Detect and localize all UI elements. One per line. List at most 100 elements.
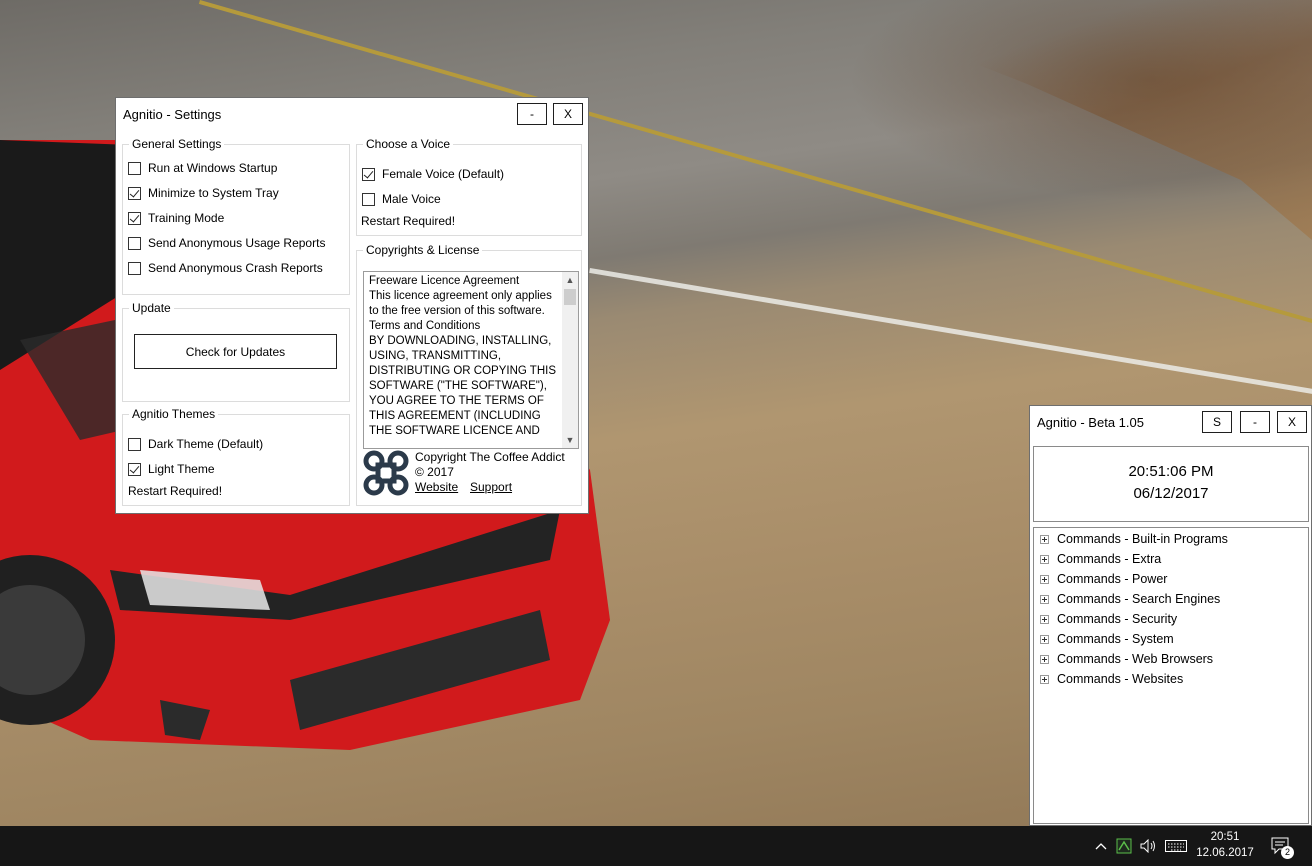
female-voice-label: Female Voice (Default) (382, 167, 505, 181)
run-at-startup-label: Run at Windows Startup (148, 161, 278, 175)
usage-reports-checkbox[interactable]: Send Anonymous Usage Reports (128, 236, 325, 250)
tree-node[interactable]: Commands - Built-in Programs (1040, 532, 1228, 546)
expand-icon[interactable] (1040, 594, 1049, 604)
taskbar-time: 20:51 (1210, 831, 1240, 843)
checkbox-box[interactable] (128, 211, 141, 225)
copyright-year: © 2017 (415, 465, 454, 479)
tree-node[interactable]: Commands - Websites (1040, 672, 1183, 686)
check-for-updates-button[interactable]: Check for Updates (134, 334, 337, 369)
checkbox-box[interactable] (362, 192, 375, 206)
license-line: to the free version of this software. (369, 305, 545, 317)
license-line: DISTRIBUTING OR COPYING THIS (369, 365, 556, 377)
notification-count-badge: 2 (1281, 846, 1294, 859)
tree-node-label: Commands - Built-in Programs (1057, 532, 1228, 546)
expand-icon[interactable] (1040, 614, 1049, 624)
dark-theme-checkbox[interactable]: Dark Theme (Default) (128, 437, 263, 451)
tree-node-label: Commands - Websites (1057, 672, 1184, 686)
expand-icon[interactable] (1040, 674, 1049, 684)
settings-window: Agnitio - Settings - X General Settings … (115, 97, 589, 514)
taskbar-date: 12.06.2017 (1196, 847, 1254, 859)
settings-titlebar[interactable]: Agnitio - Settings - X (116, 98, 588, 130)
tree-node[interactable]: Commands - Web Browsers (1040, 652, 1213, 666)
tree-node[interactable]: Commands - Security (1040, 612, 1177, 626)
license-line: USING, TRANSMITTING, (369, 350, 502, 362)
close-button[interactable]: X (1277, 411, 1307, 433)
tree-node[interactable]: Commands - Extra (1040, 552, 1161, 566)
scroll-up-arrow-icon[interactable]: ▲ (562, 272, 578, 288)
minimize-button[interactable]: - (1240, 411, 1270, 433)
minimize-to-tray-checkbox[interactable]: Minimize to System Tray (128, 186, 279, 200)
dark-theme-label: Dark Theme (Default) (148, 437, 264, 451)
action-center-icon[interactable]: 2 (1266, 826, 1296, 866)
agnitio-tray-icon[interactable] (1114, 826, 1134, 866)
scroll-down-arrow-icon[interactable]: ▼ (562, 432, 578, 448)
close-button[interactable]: X (553, 103, 583, 125)
checkbox-box[interactable] (128, 437, 141, 451)
training-mode-checkbox[interactable]: Training Mode (128, 211, 224, 225)
training-mode-label: Training Mode (148, 211, 225, 225)
expand-icon[interactable] (1040, 574, 1049, 584)
license-legend: Copyrights & License (366, 243, 480, 257)
tree-node-label: Commands - Security (1057, 612, 1178, 626)
checkbox-box[interactable] (128, 261, 141, 275)
minimize-to-tray-label: Minimize to System Tray (148, 186, 279, 200)
checkbox-box[interactable] (128, 161, 141, 175)
voice-restart-note: Restart Required! (361, 214, 456, 228)
coffee-addict-logo-icon (363, 450, 409, 496)
expand-icon[interactable] (1040, 534, 1049, 544)
expand-icon[interactable] (1040, 654, 1049, 664)
checkbox-box[interactable] (128, 236, 141, 250)
voice-legend: Choose a Voice (366, 137, 451, 151)
copyright-text: Copyright The Coffee Addict (415, 450, 565, 464)
website-link[interactable]: Website (415, 480, 458, 494)
checkbox-box[interactable] (128, 462, 141, 476)
male-voice-checkbox[interactable]: Male Voice (362, 192, 441, 206)
license-text: Freeware Licence Agreement This licence … (369, 274, 565, 439)
usage-reports-label: Send Anonymous Usage Reports (148, 236, 326, 250)
male-voice-label: Male Voice (382, 192, 441, 206)
license-textbox[interactable]: Freeware Licence Agreement This licence … (363, 271, 579, 449)
minimize-button[interactable]: - (517, 103, 547, 125)
commands-tree: Commands - Built-in Programs Commands - … (1033, 527, 1309, 824)
crash-reports-checkbox[interactable]: Send Anonymous Crash Reports (128, 261, 323, 275)
tree-node-label: Commands - Web Browsers (1057, 652, 1214, 666)
tree-node-label: Commands - Search Engines (1057, 592, 1221, 606)
themes-legend: Agnitio Themes (132, 407, 216, 421)
settings-s-button[interactable]: S (1202, 411, 1232, 433)
general-settings-legend: General Settings (132, 137, 222, 151)
checkbox-box[interactable] (362, 167, 375, 181)
light-theme-checkbox[interactable]: Light Theme (128, 462, 215, 476)
scroll-thumb[interactable] (564, 289, 576, 305)
expand-icon[interactable] (1040, 634, 1049, 644)
tree-node-label: Commands - System (1057, 632, 1174, 646)
tree-node[interactable]: Commands - Search Engines (1040, 592, 1220, 606)
support-link[interactable]: Support (470, 480, 512, 494)
light-theme-label: Light Theme (148, 462, 215, 476)
main-titlebar[interactable]: Agnitio - Beta 1.05 S - X (1030, 406, 1311, 438)
keyboard-icon[interactable] (1164, 826, 1188, 866)
license-line: YOU AGREE TO THE TERMS OF (369, 395, 544, 407)
crash-reports-label: Send Anonymous Crash Reports (148, 261, 323, 275)
run-at-startup-checkbox[interactable]: Run at Windows Startup (128, 161, 277, 175)
chevron-up-icon[interactable] (1092, 826, 1110, 866)
expand-icon[interactable] (1040, 554, 1049, 564)
checkbox-box[interactable] (128, 186, 141, 200)
wallpaper-hillside (813, 0, 1312, 240)
license-line: SOFTWARE ("THE SOFTWARE"), (369, 380, 547, 392)
license-scrollbar[interactable]: ▲ ▼ (562, 272, 578, 448)
settings-title: Agnitio - Settings (123, 107, 222, 122)
taskbar-clock[interactable]: 20:51 12.06.2017 (1190, 829, 1260, 861)
clock-time: 20:51:06 PM (1128, 463, 1214, 480)
speaker-icon[interactable] (1138, 826, 1160, 866)
tree-node[interactable]: Commands - System (1040, 632, 1174, 646)
female-voice-checkbox[interactable]: Female Voice (Default) (362, 167, 504, 181)
main-title: Agnitio - Beta 1.05 (1037, 415, 1144, 430)
license-line: BY DOWNLOADING, INSTALLING, (369, 335, 552, 347)
clock-panel: 20:51:06 PM 06/12/2017 (1033, 446, 1309, 522)
update-legend: Update (132, 301, 171, 315)
agnitio-main-window: Agnitio - Beta 1.05 S - X 20:51:06 PM 06… (1029, 405, 1312, 826)
tree-node-label: Commands - Power (1057, 572, 1168, 586)
license-line: Freeware Licence Agreement (369, 275, 520, 287)
tree-node[interactable]: Commands - Power (1040, 572, 1167, 586)
license-line: Terms and Conditions (369, 320, 481, 332)
